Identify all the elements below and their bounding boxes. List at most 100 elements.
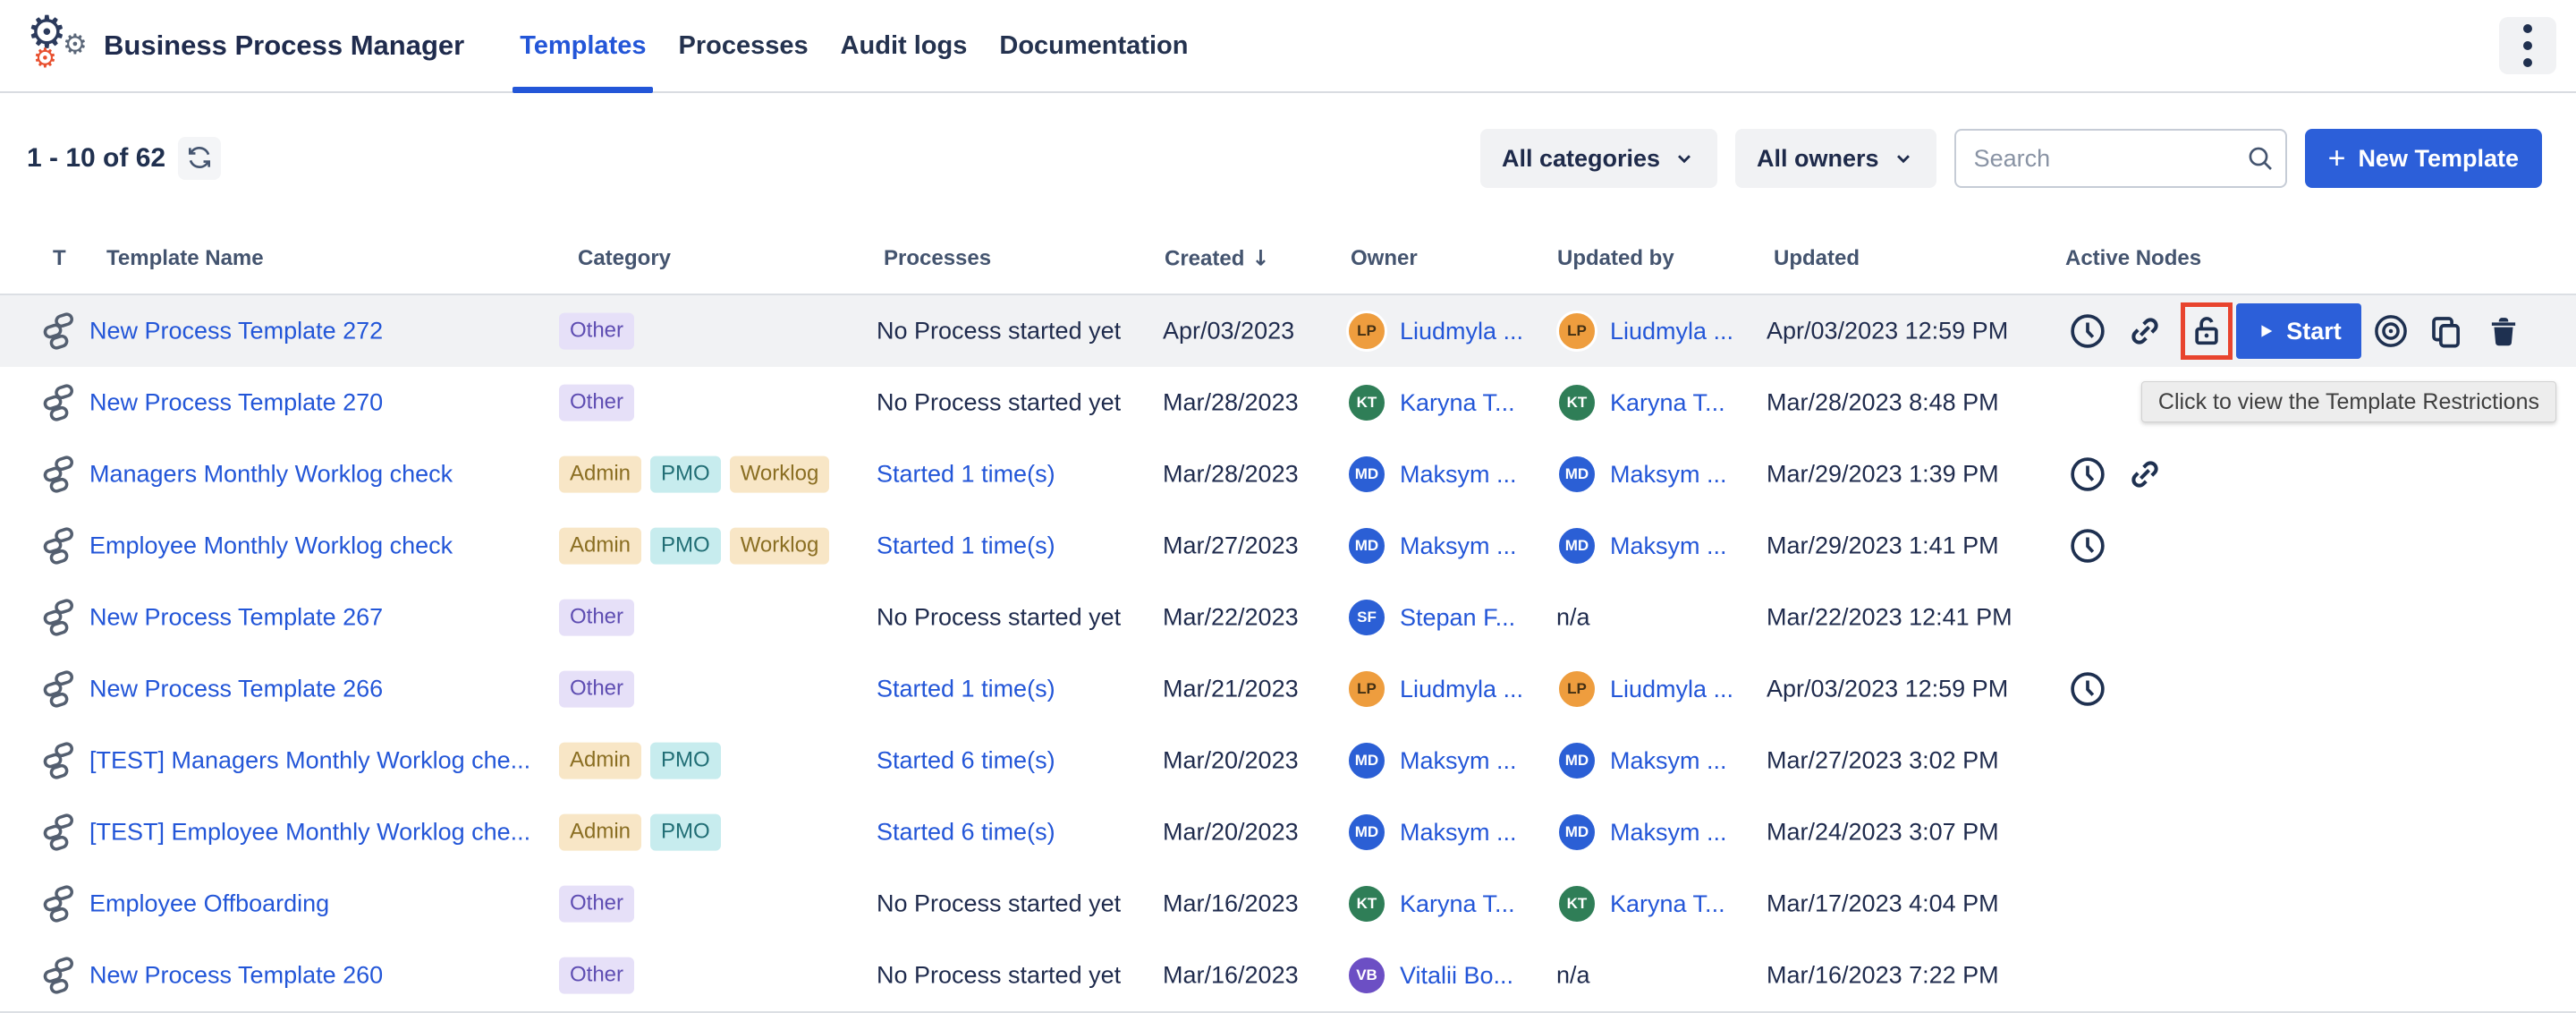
updated-date: Mar/29/2023 1:41 PM xyxy=(1767,532,1999,560)
created-date: Mar/20/2023 xyxy=(1163,819,1299,847)
user-link[interactable]: Vitalii Bo... xyxy=(1400,962,1513,990)
search-icon xyxy=(2246,144,2275,173)
view-template-icon[interactable] xyxy=(2372,312,2410,350)
updated-by-cell: KTKaryna T... xyxy=(1556,883,1725,924)
categories-filter-dropdown[interactable]: All categories xyxy=(1480,129,1717,188)
template-name-link[interactable]: New Process Template 266 xyxy=(89,676,383,703)
start-button[interactable]: Start xyxy=(2236,303,2361,359)
restrictions-lock-highlight-box xyxy=(2181,302,2233,360)
tab-processes[interactable]: Processes xyxy=(678,0,808,91)
processes-cell[interactable]: Started 1 time(s) xyxy=(877,676,1055,703)
user-avatar: MD xyxy=(1346,525,1387,566)
search-input[interactable] xyxy=(1954,129,2287,188)
updated-date: Mar/28/2023 8:48 PM xyxy=(1767,389,1999,417)
user-avatar: VB xyxy=(1346,955,1387,996)
clock-node-icon[interactable] xyxy=(2068,311,2107,351)
user-link[interactable]: Liudmyla ... xyxy=(1610,318,1733,345)
owner-cell: MDMaksym ... xyxy=(1346,454,1517,495)
user-link[interactable]: Karyna T... xyxy=(1610,389,1725,417)
user-link[interactable]: Karyna T... xyxy=(1400,890,1515,918)
user-link[interactable]: Maksym ... xyxy=(1400,532,1517,560)
user-avatar: MD xyxy=(1556,740,1597,781)
category-badge: Other xyxy=(559,313,634,350)
processes-cell[interactable]: Started 1 time(s) xyxy=(877,532,1055,560)
updated-by-cell: LPLiudmyla ... xyxy=(1556,668,1733,710)
process-type-icon xyxy=(39,527,77,565)
category-badge: Admin xyxy=(559,528,641,565)
template-name-link[interactable]: New Process Template 267 xyxy=(89,604,383,632)
result-count: 1 - 10 of 62 xyxy=(27,143,165,174)
category-badge: Admin xyxy=(559,743,641,779)
created-date: Mar/16/2023 xyxy=(1163,962,1299,990)
kebab-menu-button[interactable] xyxy=(2499,17,2556,74)
template-name-link[interactable]: New Process Template 260 xyxy=(89,962,383,990)
clock-node-icon[interactable] xyxy=(2068,669,2107,709)
template-name-link[interactable]: Employee Monthly Worklog check xyxy=(89,532,453,560)
user-avatar: MD xyxy=(1346,812,1387,853)
column-header-updated: Updated xyxy=(1774,246,1860,271)
tab-templates[interactable]: Templates xyxy=(520,0,646,91)
template-name-link[interactable]: Managers Monthly Worklog check xyxy=(89,461,453,489)
user-avatar: MD xyxy=(1556,454,1597,495)
clock-node-icon[interactable] xyxy=(2068,455,2107,494)
user-link[interactable]: Maksym ... xyxy=(1610,747,1727,775)
active-nodes-cell xyxy=(2068,669,2107,709)
owner-cell: SFStepan F... xyxy=(1346,597,1515,638)
user-avatar: KT xyxy=(1556,382,1597,423)
created-date: Mar/27/2023 xyxy=(1163,532,1299,560)
table-row: [TEST] Employee Monthly Worklog che... A… xyxy=(0,796,2576,868)
owners-filter-dropdown[interactable]: All owners xyxy=(1735,129,1936,188)
search-box xyxy=(1954,129,2287,188)
gear-icon: ⚙ xyxy=(63,31,88,59)
clock-node-icon[interactable] xyxy=(2068,526,2107,566)
business-process-manager-app: ⚙ ⚙ ⚙ Business Process Manager Templates… xyxy=(0,0,2576,1013)
created-date: Mar/20/2023 xyxy=(1163,747,1299,775)
user-link[interactable]: Liudmyla ... xyxy=(1610,676,1733,703)
tab-documentation[interactable]: Documentation xyxy=(999,0,1188,91)
unlock-icon[interactable] xyxy=(2189,313,2224,349)
user-avatar: KT xyxy=(1346,883,1387,924)
main-nav: Templates Processes Audit logs Documentatio… xyxy=(504,0,1204,91)
owner-cell: KTKaryna T... xyxy=(1346,382,1515,423)
process-type-icon xyxy=(39,599,77,636)
processes-cell[interactable]: Started 1 time(s) xyxy=(877,461,1055,489)
category-badge: Other xyxy=(559,385,634,421)
column-header-t: T xyxy=(53,246,66,271)
category-badges: AdminPMOWorklog xyxy=(559,528,829,565)
template-name-link[interactable]: [TEST] Employee Monthly Worklog che... xyxy=(89,819,530,847)
template-name-link[interactable]: New Process Template 272 xyxy=(89,318,383,345)
owner-cell: LPLiudmyla ... xyxy=(1346,668,1523,710)
created-date: Apr/03/2023 xyxy=(1163,318,1294,345)
user-link[interactable]: Liudmyla ... xyxy=(1400,318,1523,345)
user-link[interactable]: Maksym ... xyxy=(1400,461,1517,489)
user-link[interactable]: Maksym ... xyxy=(1610,532,1727,560)
user-link[interactable]: Maksym ... xyxy=(1400,819,1517,847)
template-name-link[interactable]: [TEST] Managers Monthly Worklog che... xyxy=(89,747,530,775)
processes-cell[interactable]: Started 6 time(s) xyxy=(877,819,1055,847)
user-avatar: MD xyxy=(1556,812,1597,853)
category-badges: Other xyxy=(559,313,634,350)
user-link[interactable]: Karyna T... xyxy=(1610,890,1725,918)
user-link[interactable]: Maksym ... xyxy=(1610,819,1727,847)
template-name-link[interactable]: Employee Offboarding xyxy=(89,890,329,918)
category-badge: Admin xyxy=(559,456,641,493)
active-nodes-cell xyxy=(2068,311,2165,351)
user-link[interactable]: Liudmyla ... xyxy=(1400,676,1523,703)
user-link[interactable]: Maksym ... xyxy=(1610,461,1727,489)
plus-icon: + xyxy=(2328,143,2346,174)
category-badge: Worklog xyxy=(730,456,830,493)
copy-template-icon[interactable] xyxy=(2428,312,2465,350)
refresh-button[interactable] xyxy=(178,137,221,180)
link-node-icon[interactable] xyxy=(2125,311,2165,351)
processes-cell[interactable]: Started 6 time(s) xyxy=(877,747,1055,775)
column-header-created[interactable]: Created↓ xyxy=(1165,246,1269,272)
template-name-link[interactable]: New Process Template 270 xyxy=(89,389,383,417)
new-template-button[interactable]: + New Template xyxy=(2305,129,2542,188)
user-link[interactable]: Stepan F... xyxy=(1400,604,1515,632)
user-link[interactable]: Karyna T... xyxy=(1400,389,1515,417)
updated-date: Apr/03/2023 12:59 PM xyxy=(1767,676,2008,703)
user-link[interactable]: Maksym ... xyxy=(1400,747,1517,775)
delete-template-icon[interactable] xyxy=(2485,312,2522,350)
tab-audit-logs[interactable]: Audit logs xyxy=(841,0,968,91)
link-node-icon[interactable] xyxy=(2125,455,2165,494)
